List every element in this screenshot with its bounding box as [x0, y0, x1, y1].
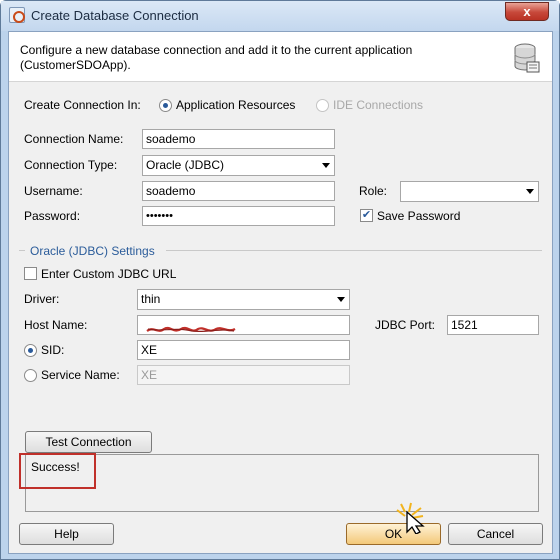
application-resources-label[interactable]: Application Resources: [176, 98, 295, 112]
radio-application-resources[interactable]: [159, 99, 172, 112]
chevron-down-icon: [322, 163, 330, 168]
section-rule-right: [166, 250, 542, 251]
window-title: Create Database Connection: [31, 8, 199, 23]
sid-label[interactable]: SID:: [41, 343, 64, 357]
redacted-host-scribble: [146, 326, 236, 333]
radio-service-name[interactable]: [24, 369, 37, 382]
chevron-down-icon: [526, 189, 534, 194]
custom-jdbc-url-checkbox[interactable]: [24, 267, 37, 280]
header-description: Configure a new database connection and …: [20, 43, 413, 72]
connection-name-input[interactable]: soademo: [142, 129, 335, 149]
ide-connections-label: IDE Connections: [333, 98, 424, 112]
connection-type-label: Connection Type:: [24, 158, 118, 172]
password-label: Password:: [24, 209, 81, 223]
driver-label: Driver:: [24, 292, 60, 306]
dialog-window: Create Database Connection x Configure a…: [0, 0, 560, 560]
close-button[interactable]: x: [505, 2, 549, 21]
driver-value: thin: [141, 292, 161, 306]
dialog-body: Configure a new database connection and …: [8, 31, 553, 554]
username-input[interactable]: soademo: [142, 181, 335, 201]
help-button[interactable]: Help: [19, 523, 114, 545]
section-rule-left: [19, 250, 25, 251]
connection-type-select[interactable]: Oracle (JDBC): [142, 155, 335, 176]
connection-name-label: Connection Name:: [24, 132, 124, 146]
role-label: Role:: [359, 184, 388, 198]
save-password-checkbox[interactable]: ✔: [360, 209, 373, 222]
connection-type-value: Oracle (JDBC): [146, 158, 225, 172]
service-name-label[interactable]: Service Name:: [41, 368, 120, 382]
service-name-input: XE: [137, 365, 350, 385]
close-icon: x: [523, 4, 531, 19]
chevron-down-icon: [337, 297, 345, 302]
role-select[interactable]: [400, 181, 539, 202]
custom-jdbc-url-label[interactable]: Enter Custom JDBC URL: [41, 267, 176, 281]
jdbc-port-input[interactable]: 1521: [447, 315, 539, 335]
jdbc-port-label: JDBC Port:: [375, 318, 436, 332]
database-icon: [514, 43, 540, 73]
driver-select[interactable]: thin: [137, 289, 350, 310]
success-highlight-box: [19, 453, 96, 489]
host-name-label: Host Name:: [24, 318, 88, 332]
test-result-area: Success!: [25, 454, 539, 512]
test-connection-button[interactable]: Test Connection: [25, 431, 152, 453]
title-bar[interactable]: Create Database Connection x: [1, 1, 559, 31]
password-input[interactable]: •••••••: [142, 206, 335, 226]
dialog-header: Configure a new database connection and …: [9, 32, 552, 82]
app-icon: [9, 7, 25, 23]
username-label: Username:: [24, 184, 83, 198]
jdbc-section-title: Oracle (JDBC) Settings: [30, 244, 155, 258]
create-in-label: Create Connection In:: [24, 98, 141, 112]
sid-input[interactable]: XE: [137, 340, 350, 360]
save-password-label[interactable]: Save Password: [377, 209, 460, 223]
mouse-cursor-icon: [396, 502, 425, 534]
radio-sid[interactable]: [24, 344, 37, 357]
cancel-button[interactable]: Cancel: [448, 523, 543, 545]
radio-ide-connections: [316, 99, 329, 112]
